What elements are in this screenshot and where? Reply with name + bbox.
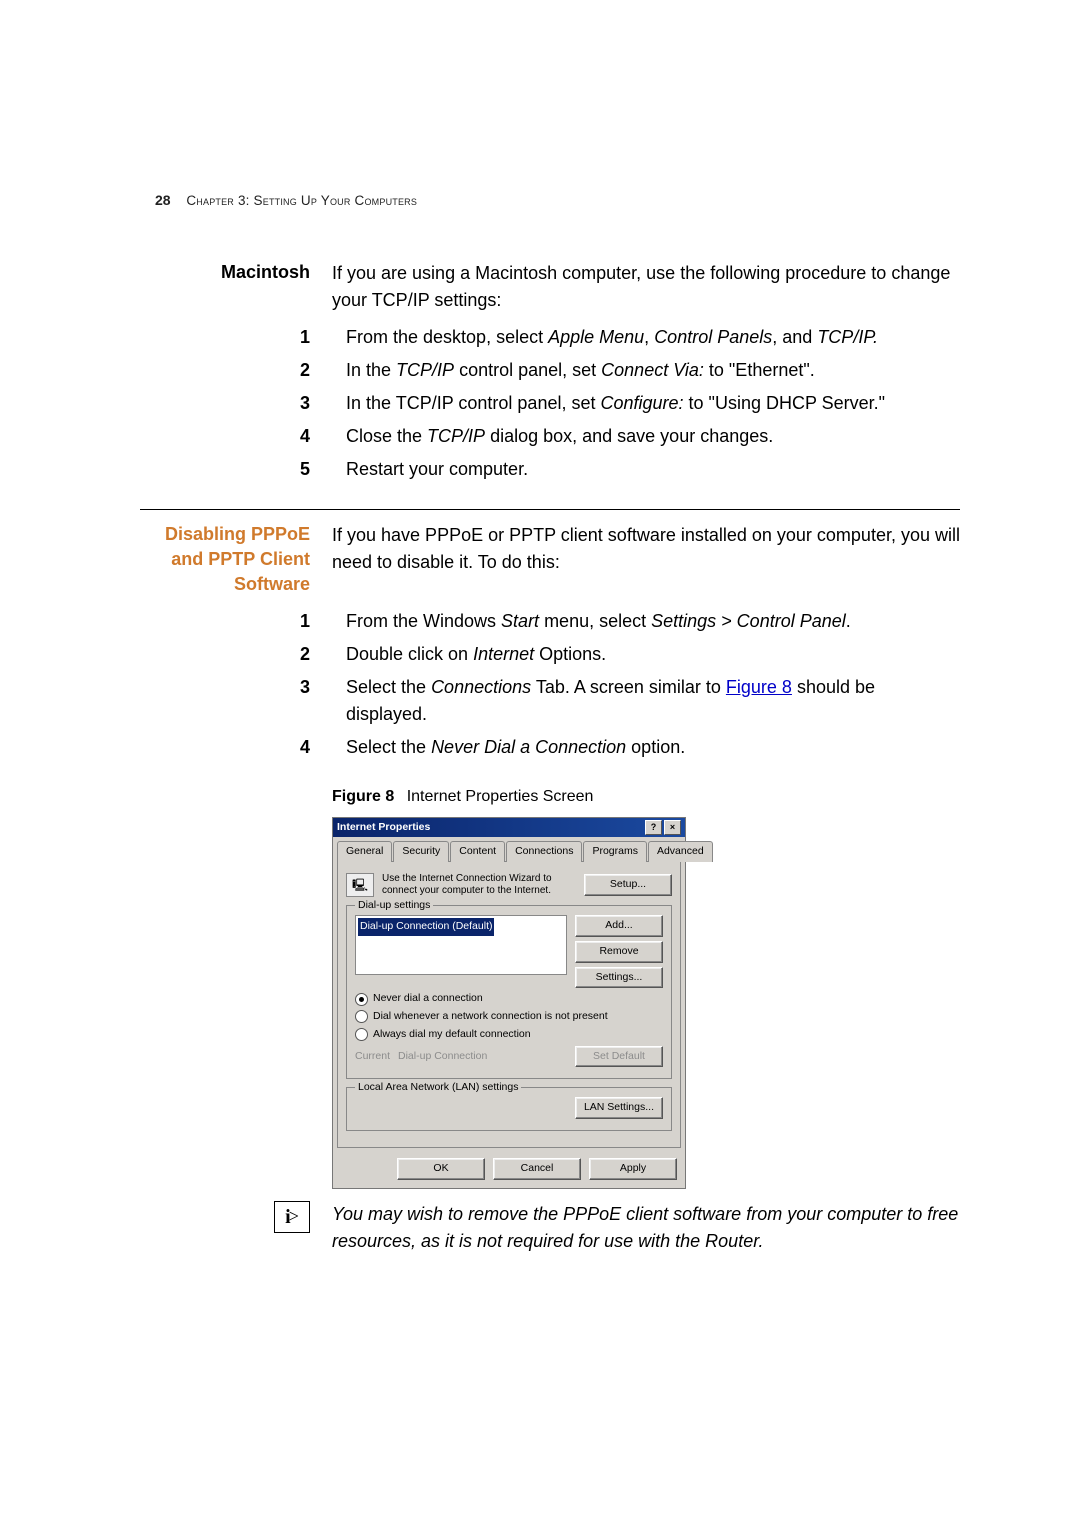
close-button[interactable]: × bbox=[664, 820, 681, 835]
step-number: 2 bbox=[140, 357, 310, 384]
radio2-label: Dial whenever a network connection is no… bbox=[373, 1009, 608, 1025]
chapter-label: Chapter 3: Setting Up Your Computers bbox=[186, 193, 417, 208]
add-button[interactable]: Add... bbox=[575, 915, 663, 937]
macintosh-intro: If you are using a Macintosh computer, u… bbox=[332, 260, 960, 314]
setup-button[interactable]: Setup... bbox=[584, 874, 672, 896]
lan-settings-button[interactable]: LAN Settings... bbox=[575, 1097, 663, 1119]
step-text: In the TCP/IP control panel, set Configu… bbox=[346, 390, 960, 417]
figure8-caption-text: Internet Properties Screen bbox=[407, 788, 594, 805]
radio-dial-when-no-net[interactable]: Dial whenever a network connection is no… bbox=[355, 1009, 663, 1025]
figure8-label: Figure 8 bbox=[332, 788, 394, 805]
list-item: 2 In the TCP/IP control panel, set Connec… bbox=[140, 357, 960, 384]
pppoe-intro: If you have PPPoE or PPTP client softwar… bbox=[332, 522, 960, 598]
list-item: 4 Close the TCP/IP dialog box, and save y… bbox=[140, 423, 960, 450]
figure8-link[interactable]: Figure 8 bbox=[726, 677, 792, 697]
dialup-listbox[interactable]: Dial-up Connection (Default) bbox=[355, 915, 567, 975]
help-button[interactable]: ? bbox=[645, 820, 662, 835]
dialup-item[interactable]: Dial-up Connection (Default) bbox=[358, 918, 494, 936]
remove-button[interactable]: Remove bbox=[575, 941, 663, 963]
current-label: Current bbox=[355, 1049, 390, 1065]
window-title: Internet Properties bbox=[337, 820, 643, 836]
macintosh-steps-list: 1 From the desktop, select Apple Menu, Co… bbox=[140, 324, 960, 483]
tab-content[interactable]: Content bbox=[450, 841, 505, 862]
tab-general[interactable]: General bbox=[337, 841, 392, 862]
running-header: 28 Chapter 3: Setting Up Your Computers bbox=[155, 190, 417, 211]
apply-button[interactable]: Apply bbox=[589, 1158, 677, 1180]
set-default-button: Set Default bbox=[575, 1046, 663, 1068]
step-text: From the desktop, select Apple Menu, Con… bbox=[346, 324, 960, 351]
step-number: 3 bbox=[140, 674, 310, 728]
current-value: Dial-up Connection bbox=[398, 1049, 567, 1065]
radio-never-dial[interactable]: Never dial a connection bbox=[355, 991, 663, 1007]
radio-dot-on-icon bbox=[355, 993, 368, 1006]
list-item: 1 From the desktop, select Apple Menu, Co… bbox=[140, 324, 960, 351]
radio1-label: Never dial a connection bbox=[373, 991, 483, 1007]
step-text: Double click on Internet Options. bbox=[346, 641, 960, 668]
step-number: 3 bbox=[140, 390, 310, 417]
step-text: In the TCP/IP control panel, set Connect… bbox=[346, 357, 960, 384]
figure8-caption: Figure 8 Internet Properties Screen bbox=[332, 785, 960, 809]
step-text: From the Windows Start menu, select Sett… bbox=[346, 608, 960, 635]
internet-properties-window: Internet Properties ? × General Security… bbox=[332, 817, 686, 1189]
step-number: 1 bbox=[140, 608, 310, 635]
radio3-label: Always dial my default connection bbox=[373, 1027, 531, 1043]
info-icon: i bbox=[274, 1201, 310, 1233]
connections-pane: 🖳 Use the Internet Connection Wizard to … bbox=[337, 861, 681, 1148]
list-item: 3 In the TCP/IP control panel, set Config… bbox=[140, 390, 960, 417]
step-text: Restart your computer. bbox=[346, 456, 960, 483]
cancel-button[interactable]: Cancel bbox=[493, 1158, 581, 1180]
dialup-fieldset: Dial-up settings Dial-up Connection (Def… bbox=[346, 905, 672, 1079]
step-number: 4 bbox=[140, 734, 310, 761]
list-item: 2 Double click on Internet Options. bbox=[140, 641, 960, 668]
radio-dot-off-icon bbox=[355, 1010, 368, 1023]
step-number: 1 bbox=[140, 324, 310, 351]
list-item: 4 Select the Never Dial a Connection opti… bbox=[140, 734, 960, 761]
radio-dot-off-icon bbox=[355, 1028, 368, 1041]
macintosh-side-label: Macintosh bbox=[140, 260, 310, 314]
wizard-icon: 🖳 bbox=[346, 873, 374, 897]
step-number: 5 bbox=[140, 456, 310, 483]
dialog-button-row: OK Cancel Apply bbox=[333, 1152, 685, 1188]
list-item: 3 Select the Connections Tab. A screen si… bbox=[140, 674, 960, 728]
settings-button[interactable]: Settings... bbox=[575, 967, 663, 989]
tip-text: You may wish to remove the PPPoE client … bbox=[332, 1201, 960, 1255]
pppoe-steps-list: 1 From the Windows Start menu, select Set… bbox=[140, 608, 960, 761]
tab-connections[interactable]: Connections bbox=[506, 841, 582, 862]
list-item: 5 Restart your computer. bbox=[140, 456, 960, 483]
list-item: 1 From the Windows Start menu, select Set… bbox=[140, 608, 960, 635]
step-number: 2 bbox=[140, 641, 310, 668]
tab-security[interactable]: Security bbox=[393, 841, 449, 862]
lan-fieldset: Local Area Network (LAN) settings LAN Se… bbox=[346, 1087, 672, 1131]
tab-advanced[interactable]: Advanced bbox=[648, 841, 713, 862]
lan-legend: Local Area Network (LAN) settings bbox=[355, 1080, 521, 1096]
step-number: 4 bbox=[140, 423, 310, 450]
page-number: 28 bbox=[155, 192, 171, 208]
pppoe-side-label: Disabling PPPoE and PPTP Client Software bbox=[140, 522, 310, 598]
step-text: Close the TCP/IP dialog box, and save yo… bbox=[346, 423, 960, 450]
dialup-legend: Dial-up settings bbox=[355, 898, 433, 914]
step-text: Select the Never Dial a Connection optio… bbox=[346, 734, 960, 761]
titlebar: Internet Properties ? × bbox=[333, 818, 685, 838]
step-text: Select the Connections Tab. A screen sim… bbox=[346, 674, 960, 728]
section-divider bbox=[140, 509, 960, 510]
wizard-text: Use the Internet Connection Wizard to co… bbox=[382, 873, 576, 897]
ok-button[interactable]: OK bbox=[397, 1158, 485, 1180]
tab-programs[interactable]: Programs bbox=[583, 841, 647, 862]
tab-row: General Security Content Connections Pro… bbox=[337, 841, 681, 862]
radio-always-dial[interactable]: Always dial my default connection bbox=[355, 1027, 663, 1043]
